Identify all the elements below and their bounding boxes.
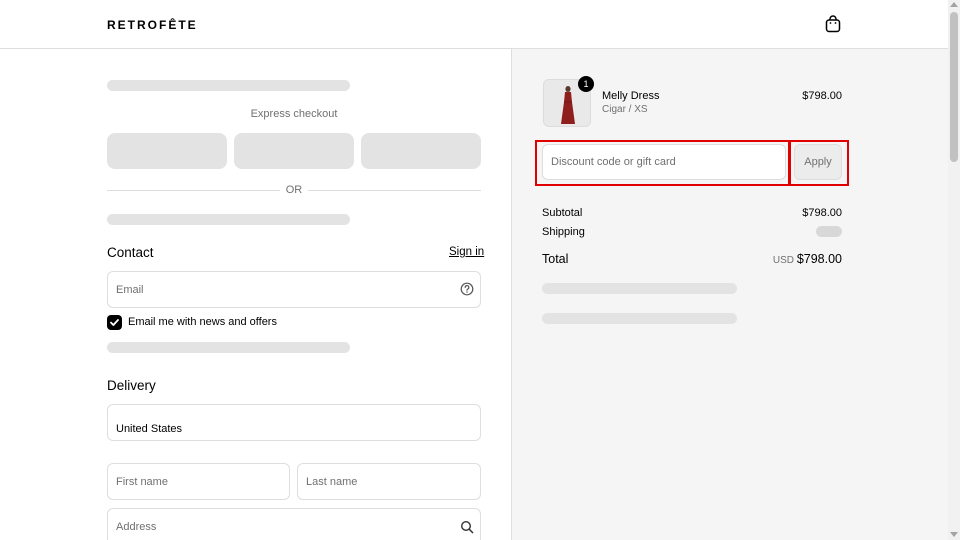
loading-placeholder [107,80,350,91]
or-separator: OR [285,184,303,196]
country-select[interactable]: United States [107,404,481,441]
subtotal-value: $798.00 [802,207,842,219]
country-value: United States [116,423,183,435]
sign-in-link[interactable]: Sign in [449,246,484,258]
loading-placeholder [107,214,350,225]
first-name-field[interactable] [107,463,290,500]
express-pay-button[interactable] [107,133,227,169]
loading-placeholder [542,313,737,324]
apply-discount-button[interactable]: Apply [794,144,842,180]
email-input[interactable] [108,272,480,307]
divider-left [107,190,280,191]
scrollbar-thumb[interactable] [950,12,958,162]
loading-placeholder [107,342,350,353]
loading-placeholder [542,283,737,294]
last-name-input[interactable] [298,464,480,499]
newsletter-label[interactable]: Email me with news and offers [128,316,277,328]
checkmark-icon [110,319,119,326]
divider-right [308,190,481,191]
subtotal-label: Subtotal [542,207,583,219]
store-logo[interactable]: RETROFÊTE [107,18,198,32]
product-variant: Cigar / XS [602,104,648,115]
newsletter-checkbox[interactable] [107,315,122,330]
address-field[interactable] [107,508,481,540]
shopping-bag-icon[interactable] [825,15,841,33]
email-field[interactable] [107,271,481,308]
express-pay-button[interactable] [234,133,354,169]
first-name-input[interactable] [108,464,289,499]
search-icon[interactable] [460,520,474,534]
total-label: Total [542,252,569,266]
product-price: $798.00 [802,90,842,102]
address-input[interactable] [108,509,480,540]
contact-heading: Contact [107,245,154,260]
scroll-up-arrow-icon[interactable] [950,2,958,7]
scroll-down-arrow-icon[interactable] [950,532,958,537]
product-name: Melly Dress [602,90,660,102]
express-pay-button[interactable] [361,133,481,169]
site-header: RETROFÊTE [0,0,948,49]
discount-field[interactable] [542,144,786,180]
express-checkout-label: Express checkout [250,108,338,120]
currency-code: USD [772,255,794,266]
discount-code-input[interactable] [543,145,785,179]
question-circle-icon[interactable] [460,282,474,296]
last-name-field[interactable] [297,463,481,500]
quantity-badge: 1 [578,76,594,92]
shipping-loading-placeholder [816,226,842,237]
delivery-heading: Delivery [107,378,156,393]
total-value: $798.00 [796,252,842,266]
shipping-label: Shipping [542,226,585,238]
page-scrollbar[interactable] [948,0,960,540]
